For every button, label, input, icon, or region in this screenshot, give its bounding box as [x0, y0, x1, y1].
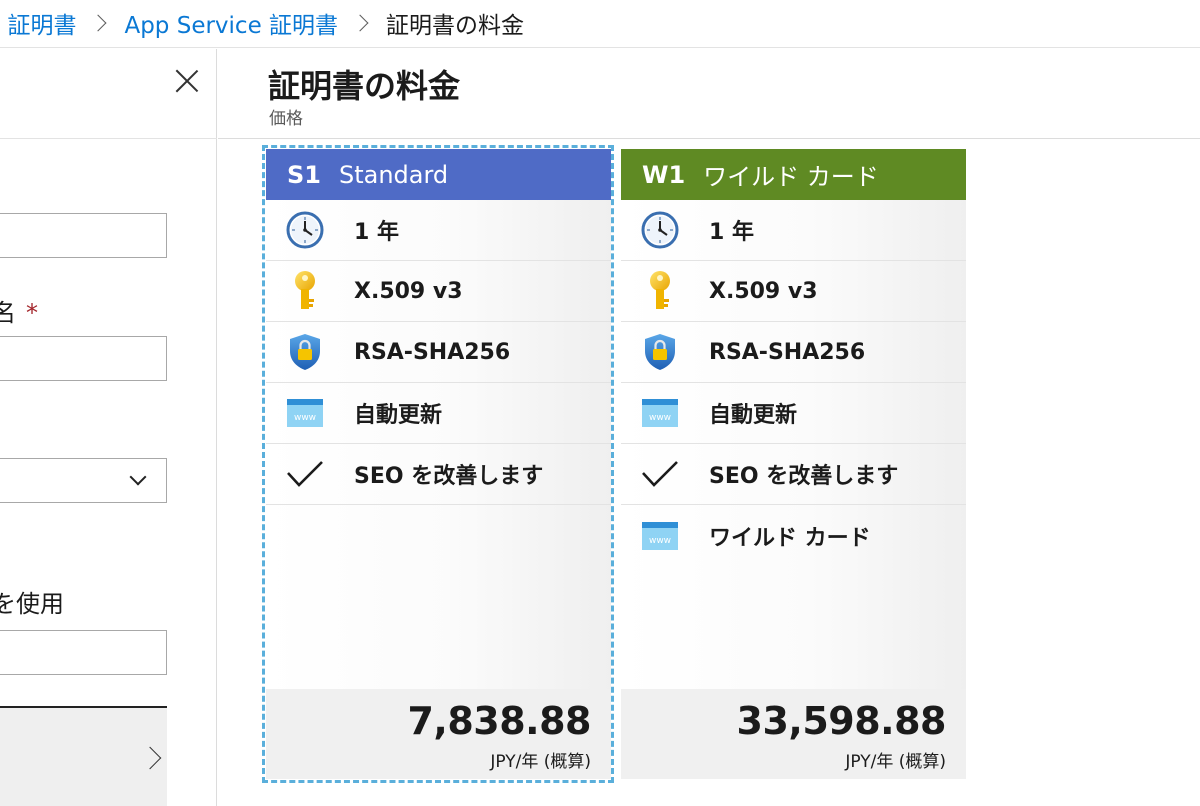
breadcrumb-link-certificates[interactable]: e 証明書: [0, 6, 76, 40]
card-features-s1: 1 年 X.509 v3 RSA-SHA256 www 自動更新 SEO を改善…: [266, 200, 611, 689]
clock-icon: [266, 210, 354, 250]
required-asterisk: *: [26, 299, 38, 327]
feature-row: www ワイルド カード: [621, 505, 966, 566]
feature-row: X.509 v3: [621, 261, 966, 322]
feature-row: 1 年: [266, 200, 611, 261]
feature-text: RSA-SHA256: [709, 339, 866, 365]
close-icon[interactable]: [171, 65, 203, 97]
price-unit: JPY/年 (概算): [845, 752, 946, 772]
feature-row: SEO を改善します: [621, 444, 966, 505]
svg-text:www: www: [294, 413, 316, 423]
www-icon: www: [621, 398, 709, 428]
breadcrumb-current: 証明書の料金: [386, 13, 525, 39]
checkmark-icon: [266, 459, 354, 489]
feature-text: 自動更新: [709, 403, 798, 428]
pricing-card-w1[interactable]: W1 ワイルド カード 1 年 X.509 v3 RSA-SHA256 www: [621, 149, 966, 779]
feature-text: ワイルド カード: [709, 525, 871, 551]
card-sku: W1: [642, 160, 686, 189]
svg-text:www: www: [649, 536, 671, 546]
dropdown-select[interactable]: [0, 458, 167, 503]
card-header-s1: S1 Standard: [266, 149, 611, 200]
feature-text: X.509 v3: [354, 278, 463, 304]
left-blade-divider: [0, 138, 217, 139]
card-header-w1: W1 ワイルド カード: [621, 149, 966, 200]
required-field-input[interactable]: [0, 336, 167, 381]
card-tier-name: ワイルド カード: [703, 163, 879, 191]
feature-row: RSA-SHA256: [621, 322, 966, 383]
price-value: 33,598.88: [736, 699, 947, 743]
breadcrumb-link-app-service-certificates[interactable]: App Service 証明書: [124, 6, 338, 40]
pricing-tier-selector[interactable]: [0, 706, 167, 806]
key-icon: [621, 269, 709, 313]
card-features-w1: 1 年 X.509 v3 RSA-SHA256 www 自動更新 SEO を改善…: [621, 200, 966, 689]
checkmark-icon: [621, 459, 709, 489]
feature-text: RSA-SHA256: [354, 339, 511, 365]
use-field-label: を使用: [0, 590, 64, 618]
feature-text: 自動更新: [354, 403, 443, 428]
feature-text: 1 年: [354, 220, 399, 245]
chevron-right-icon: [138, 746, 162, 770]
www-icon: www: [266, 398, 354, 428]
card-sku: S1: [287, 160, 321, 189]
blade-header: 証明書の料金 価格: [218, 49, 1200, 139]
key-icon: [266, 269, 354, 313]
pricing-card-s1[interactable]: S1 Standard 1 年 X.509 v3 RSA-SHA256 www: [266, 149, 611, 779]
name-input[interactable]: [0, 213, 167, 258]
feature-row: SEO を改善します: [266, 444, 611, 505]
feature-row: www 自動更新: [621, 383, 966, 444]
breadcrumb: e 証明書 App Service 証明書 証明書の料金: [0, 0, 1200, 48]
feature-row: X.509 v3: [266, 261, 611, 322]
page-subtitle: 価格: [269, 109, 303, 129]
svg-text:www: www: [649, 413, 671, 423]
card-tier-name: Standard: [338, 160, 449, 189]
clock-icon: [621, 210, 709, 250]
page-title: 証明書の料金: [268, 67, 461, 105]
use-field-input[interactable]: [0, 630, 167, 675]
feature-text: 1 年: [709, 220, 754, 245]
feature-text: X.509 v3: [709, 278, 818, 304]
feature-text: SEO を改善します: [709, 464, 899, 489]
card-price-area-w1: 33,598.88 JPY/年 (概算): [621, 689, 966, 779]
left-blade: 名 * を使用: [0, 49, 217, 806]
price-value: 7,838.88: [407, 699, 591, 743]
required-field-label: 名 *: [0, 299, 38, 327]
feature-row: www 自動更新: [266, 383, 611, 444]
feature-text: SEO を改善します: [354, 464, 544, 489]
chevron-down-icon: [129, 468, 147, 486]
feature-row: RSA-SHA256: [266, 322, 611, 383]
shield-lock-icon: [266, 332, 354, 372]
breadcrumb-chevron-icon: [351, 14, 369, 32]
card-price-area-s1: 7,838.88 JPY/年 (概算): [266, 689, 611, 779]
feature-row: 1 年: [621, 200, 966, 261]
price-unit: JPY/年 (概算): [490, 752, 591, 772]
breadcrumb-chevron-icon: [89, 14, 107, 32]
www-icon: www: [621, 521, 709, 551]
shield-lock-icon: [621, 332, 709, 372]
